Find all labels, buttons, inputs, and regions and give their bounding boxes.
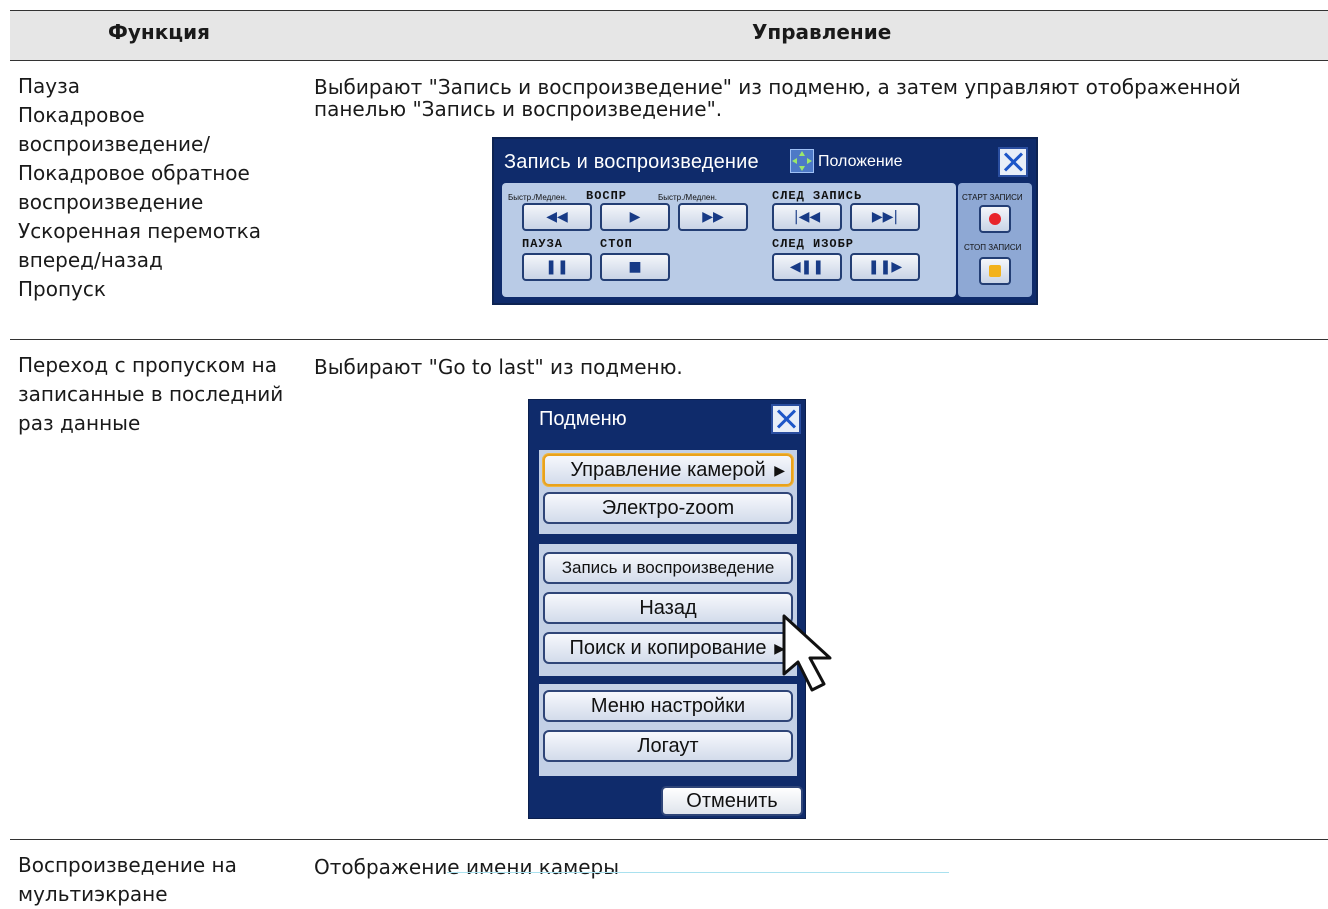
back-button[interactable]: Назад	[543, 592, 793, 624]
pause-icon: ❚❚	[545, 259, 569, 275]
rec-start-button[interactable]	[979, 205, 1011, 233]
frame-forward-icon: ❚❚▶	[867, 259, 903, 275]
record-icon	[989, 213, 1001, 225]
fast-slow-label: Быстр./Медлен.	[508, 193, 568, 202]
playback-controls: Быстр./Медлен. ВОСПР Быстр./Медлен. СЛЕД…	[502, 183, 956, 297]
skip-back-button[interactable]: |◀◀	[772, 203, 842, 231]
close-icon[interactable]	[771, 404, 801, 434]
position-label: Положение	[818, 153, 903, 170]
row3-function: Воспроизведение на мультиэкране	[18, 853, 237, 906]
rec-stop-button[interactable]	[979, 257, 1011, 285]
record-playback-button[interactable]: Запись и воспроизведение	[543, 552, 793, 584]
logout-button[interactable]: Логаут	[543, 730, 793, 762]
fast-forward-button[interactable]: ▶▶	[678, 203, 748, 231]
row-divider-2	[10, 839, 1328, 840]
row-divider-1	[10, 339, 1328, 340]
row2-description: Выбирают "Go to last" из подменю.	[314, 355, 683, 379]
rec-stop-label: СТОП ЗАПИСИ	[964, 243, 1022, 252]
cancel-button[interactable]: Отменить	[661, 786, 803, 816]
submenu-group-2: Запись и воспроизведение Назад Поиск и к…	[539, 544, 797, 676]
frame-back-button[interactable]: ◀❚❚	[772, 253, 842, 281]
frame-back-icon: ◀❚❚	[789, 259, 825, 275]
mouse-cursor-icon	[782, 614, 832, 692]
fast-slow-label-2: Быстр./Медлен.	[658, 193, 718, 202]
rec-start-label: СТАРТ ЗАПИСИ	[962, 193, 1023, 202]
row2-function: Переход с пропуском на записанные в посл…	[18, 353, 284, 435]
fast-forward-icon: ▶▶	[702, 209, 724, 225]
play-button[interactable]: ▶	[600, 203, 670, 231]
header-divider	[10, 60, 1328, 61]
setup-menu-button[interactable]: Меню настройки	[543, 690, 793, 722]
play-label: ВОСПР	[586, 189, 628, 203]
playback-panel: Запись и воспроизведение Положение Быстр…	[492, 137, 1038, 305]
rec-stop-icon	[989, 265, 1001, 277]
stop-label: СТОП	[600, 237, 633, 251]
next-record-label: СЛЕД ЗАПИСЬ	[772, 189, 863, 203]
pause-button[interactable]: ❚❚	[522, 253, 592, 281]
play-icon: ▶	[629, 209, 641, 225]
pause-label: ПАУЗА	[522, 237, 564, 251]
header-function: Функция	[108, 20, 210, 44]
submenu-title: Подменю	[539, 408, 627, 430]
submenu-dialog: Подменю Управление камерой ▶ Электро-zoom…	[528, 399, 806, 819]
row1-function: Пауза Покадровое воспроизведение/ Покадр…	[18, 74, 261, 301]
row3-description: Отображение имени камеры	[314, 855, 620, 879]
skip-forward-button[interactable]: ▶▶|	[850, 203, 920, 231]
electro-zoom-button[interactable]: Электро-zoom	[543, 492, 793, 524]
camera-control-button[interactable]: Управление камерой ▶	[543, 454, 793, 486]
stop-icon: ■	[628, 259, 642, 275]
rewind-icon: ◀◀	[546, 209, 568, 225]
submenu-group-3: Меню настройки Логаут	[539, 684, 797, 776]
header-control: Управление	[752, 20, 892, 44]
record-controls: СТАРТ ЗАПИСИ СТОП ЗАПИСИ	[958, 183, 1032, 297]
search-copy-button[interactable]: Поиск и копирование ▶	[543, 632, 793, 664]
frame-forward-button[interactable]: ❚❚▶	[850, 253, 920, 281]
next-image-label: СЛЕД ИЗОБР	[772, 237, 855, 251]
skip-forward-icon: ▶▶|	[871, 209, 899, 225]
skip-back-icon: |◀◀	[793, 209, 821, 225]
manual-page: Функция Управление Пауза Покадровое восп…	[0, 0, 1328, 906]
move-icon[interactable]	[790, 149, 814, 173]
close-icon[interactable]	[998, 147, 1028, 177]
submenu-group-1: Управление камерой ▶ Электро-zoom	[539, 450, 797, 534]
arrow-right-icon: ▶	[774, 462, 785, 478]
row1-description: Выбирают "Запись и воспроизведение" из п…	[314, 75, 1241, 121]
stop-button[interactable]: ■	[600, 253, 670, 281]
camera-name-display-edge	[447, 872, 949, 873]
rewind-button[interactable]: ◀◀	[522, 203, 592, 231]
panel-title: Запись и воспроизведение	[504, 151, 759, 173]
